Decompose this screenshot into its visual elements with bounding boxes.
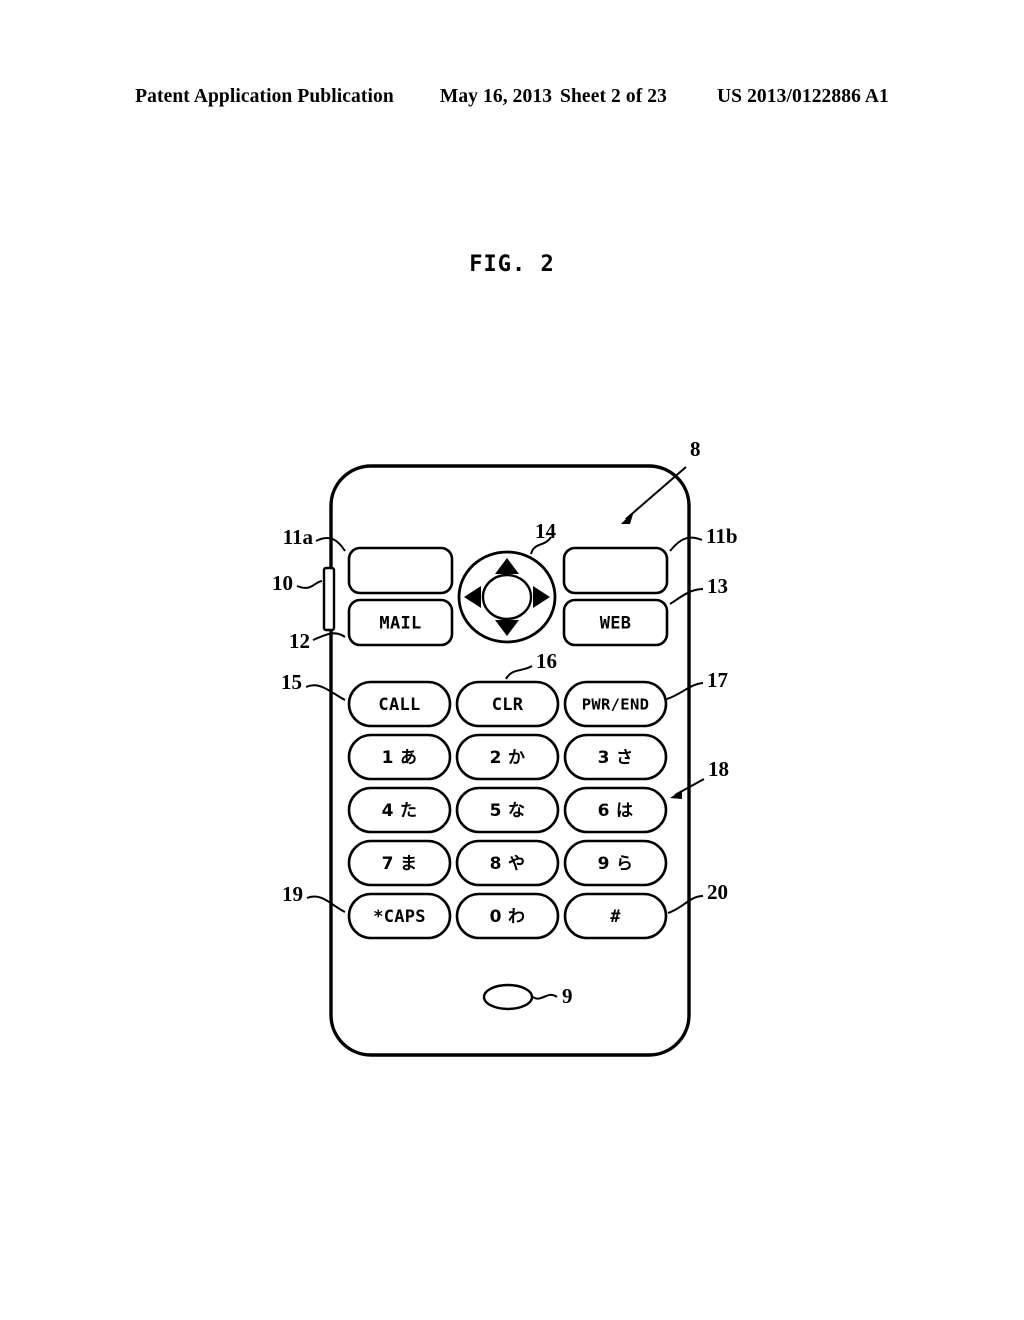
pwr-end-key-label: PWR/END	[582, 696, 649, 714]
ref-numeral-numeric-keypad: 18	[708, 757, 729, 781]
clr-key-label: CLR	[492, 695, 524, 715]
softkey-left[interactable]	[347, 546, 454, 595]
figure-drawing: MAIL WEB CALL CLR PWR/END 1 あ 2 か 3 さ 4 …	[0, 0, 1024, 1320]
key-9-label: 9 ら	[598, 854, 634, 874]
ref-numeral-call-key: 15	[281, 670, 302, 694]
microphone-icon	[482, 983, 534, 1011]
key-1-label: 1 あ	[382, 748, 418, 768]
key-5-label: 5 な	[490, 801, 526, 821]
key-6-label: 6 は	[598, 801, 634, 821]
dpad-center-button[interactable]	[481, 573, 533, 621]
ref-numeral-dpad: 14	[535, 519, 557, 543]
key-3-label: 3 さ	[598, 748, 634, 768]
call-key-label: CALL	[378, 695, 420, 715]
key-8-label: 8 や	[490, 854, 526, 874]
ref-numeral-side-button: 10	[272, 571, 293, 595]
ref-numeral-microphone: 9	[562, 984, 573, 1008]
patent-figure-page: Patent Application Publication May 16, 2…	[0, 0, 1024, 1320]
key-star-caps-label: *CAPS	[373, 907, 426, 927]
ref-numeral-mail-key: 12	[289, 629, 310, 653]
softkey-right[interactable]	[562, 546, 669, 595]
key-hash-label: #	[610, 907, 621, 927]
ref-numeral-body: 8	[690, 437, 701, 461]
ref-numeral-softkey-left: 11a	[283, 525, 314, 549]
leader-line-side-button	[296, 580, 323, 589]
ref-numeral-clr-key: 16	[536, 649, 557, 673]
ref-numeral-softkey-right: 11b	[706, 524, 738, 548]
key-4-label: 4 た	[382, 801, 418, 821]
dpad-control[interactable]	[457, 550, 557, 644]
ref-numeral-web-key: 13	[707, 574, 728, 598]
web-key-label: WEB	[600, 614, 632, 634]
key-2-label: 2 か	[490, 748, 526, 768]
ref-numeral-hash-key: 20	[707, 880, 728, 904]
key-7-label: 7 ま	[382, 854, 418, 874]
ref-numeral-pwr-end-key: 17	[707, 668, 728, 692]
key-0-label: 0 わ	[490, 907, 526, 927]
ref-numeral-star-key: 19	[282, 882, 303, 906]
side-button[interactable]	[322, 566, 336, 632]
mail-key-label: MAIL	[379, 614, 421, 634]
